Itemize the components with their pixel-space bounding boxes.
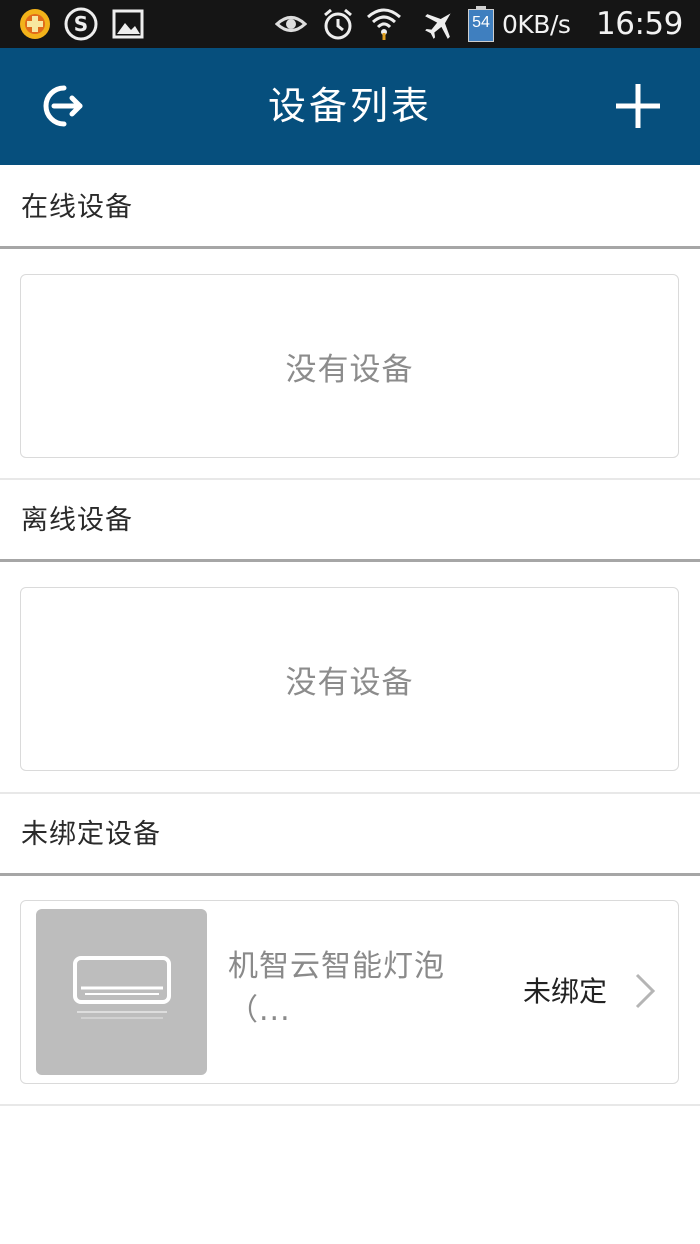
air-conditioner-icon (72, 956, 171, 1019)
net-speed-text: 0KB/s (502, 9, 571, 39)
status-bar: S 54 0KB/s 16:59 (0, 0, 700, 48)
chevron-right-icon (635, 973, 656, 1009)
app-header: 设备列表 (0, 48, 700, 165)
device-name: 机智云智能灯泡（... (228, 949, 445, 1028)
svg-text:S: S (74, 12, 88, 36)
game-app-icon (18, 0, 52, 48)
section-title-offline: 离线设备 (21, 505, 133, 536)
list-bottom-divider (0, 1104, 700, 1106)
alarm-icon (322, 0, 354, 48)
offline-empty-text: 没有设备 (285, 664, 414, 701)
eye-icon (275, 0, 307, 48)
sogou-input-icon: S (64, 0, 98, 48)
wifi-icon (366, 0, 402, 48)
gallery-icon (112, 0, 144, 48)
section-title-unbound: 未绑定设备 (21, 819, 161, 850)
device-list-item[interactable]: 机智云智能灯泡（... 未绑定 (20, 900, 679, 1084)
section-title-online: 在线设备 (21, 192, 133, 223)
battery-icon: 54 (468, 0, 494, 48)
plus-icon (616, 84, 660, 128)
online-empty-card: 没有设备 (20, 274, 679, 458)
battery-level-text: 54 (472, 14, 490, 31)
section-header-unbound: 未绑定设备 (0, 792, 700, 876)
airplane-mode-icon (422, 0, 458, 48)
section-header-online: 在线设备 (0, 165, 700, 249)
device-thumbnail (36, 909, 207, 1075)
online-empty-text: 没有设备 (285, 351, 414, 388)
add-device-button[interactable] (608, 76, 668, 136)
clock-text: 16:59 (596, 6, 683, 42)
section-header-offline: 离线设备 (0, 478, 700, 562)
page-title: 设备列表 (267, 84, 432, 128)
device-bind-status: 未绑定 (523, 975, 608, 1008)
offline-empty-card: 没有设备 (20, 587, 679, 771)
